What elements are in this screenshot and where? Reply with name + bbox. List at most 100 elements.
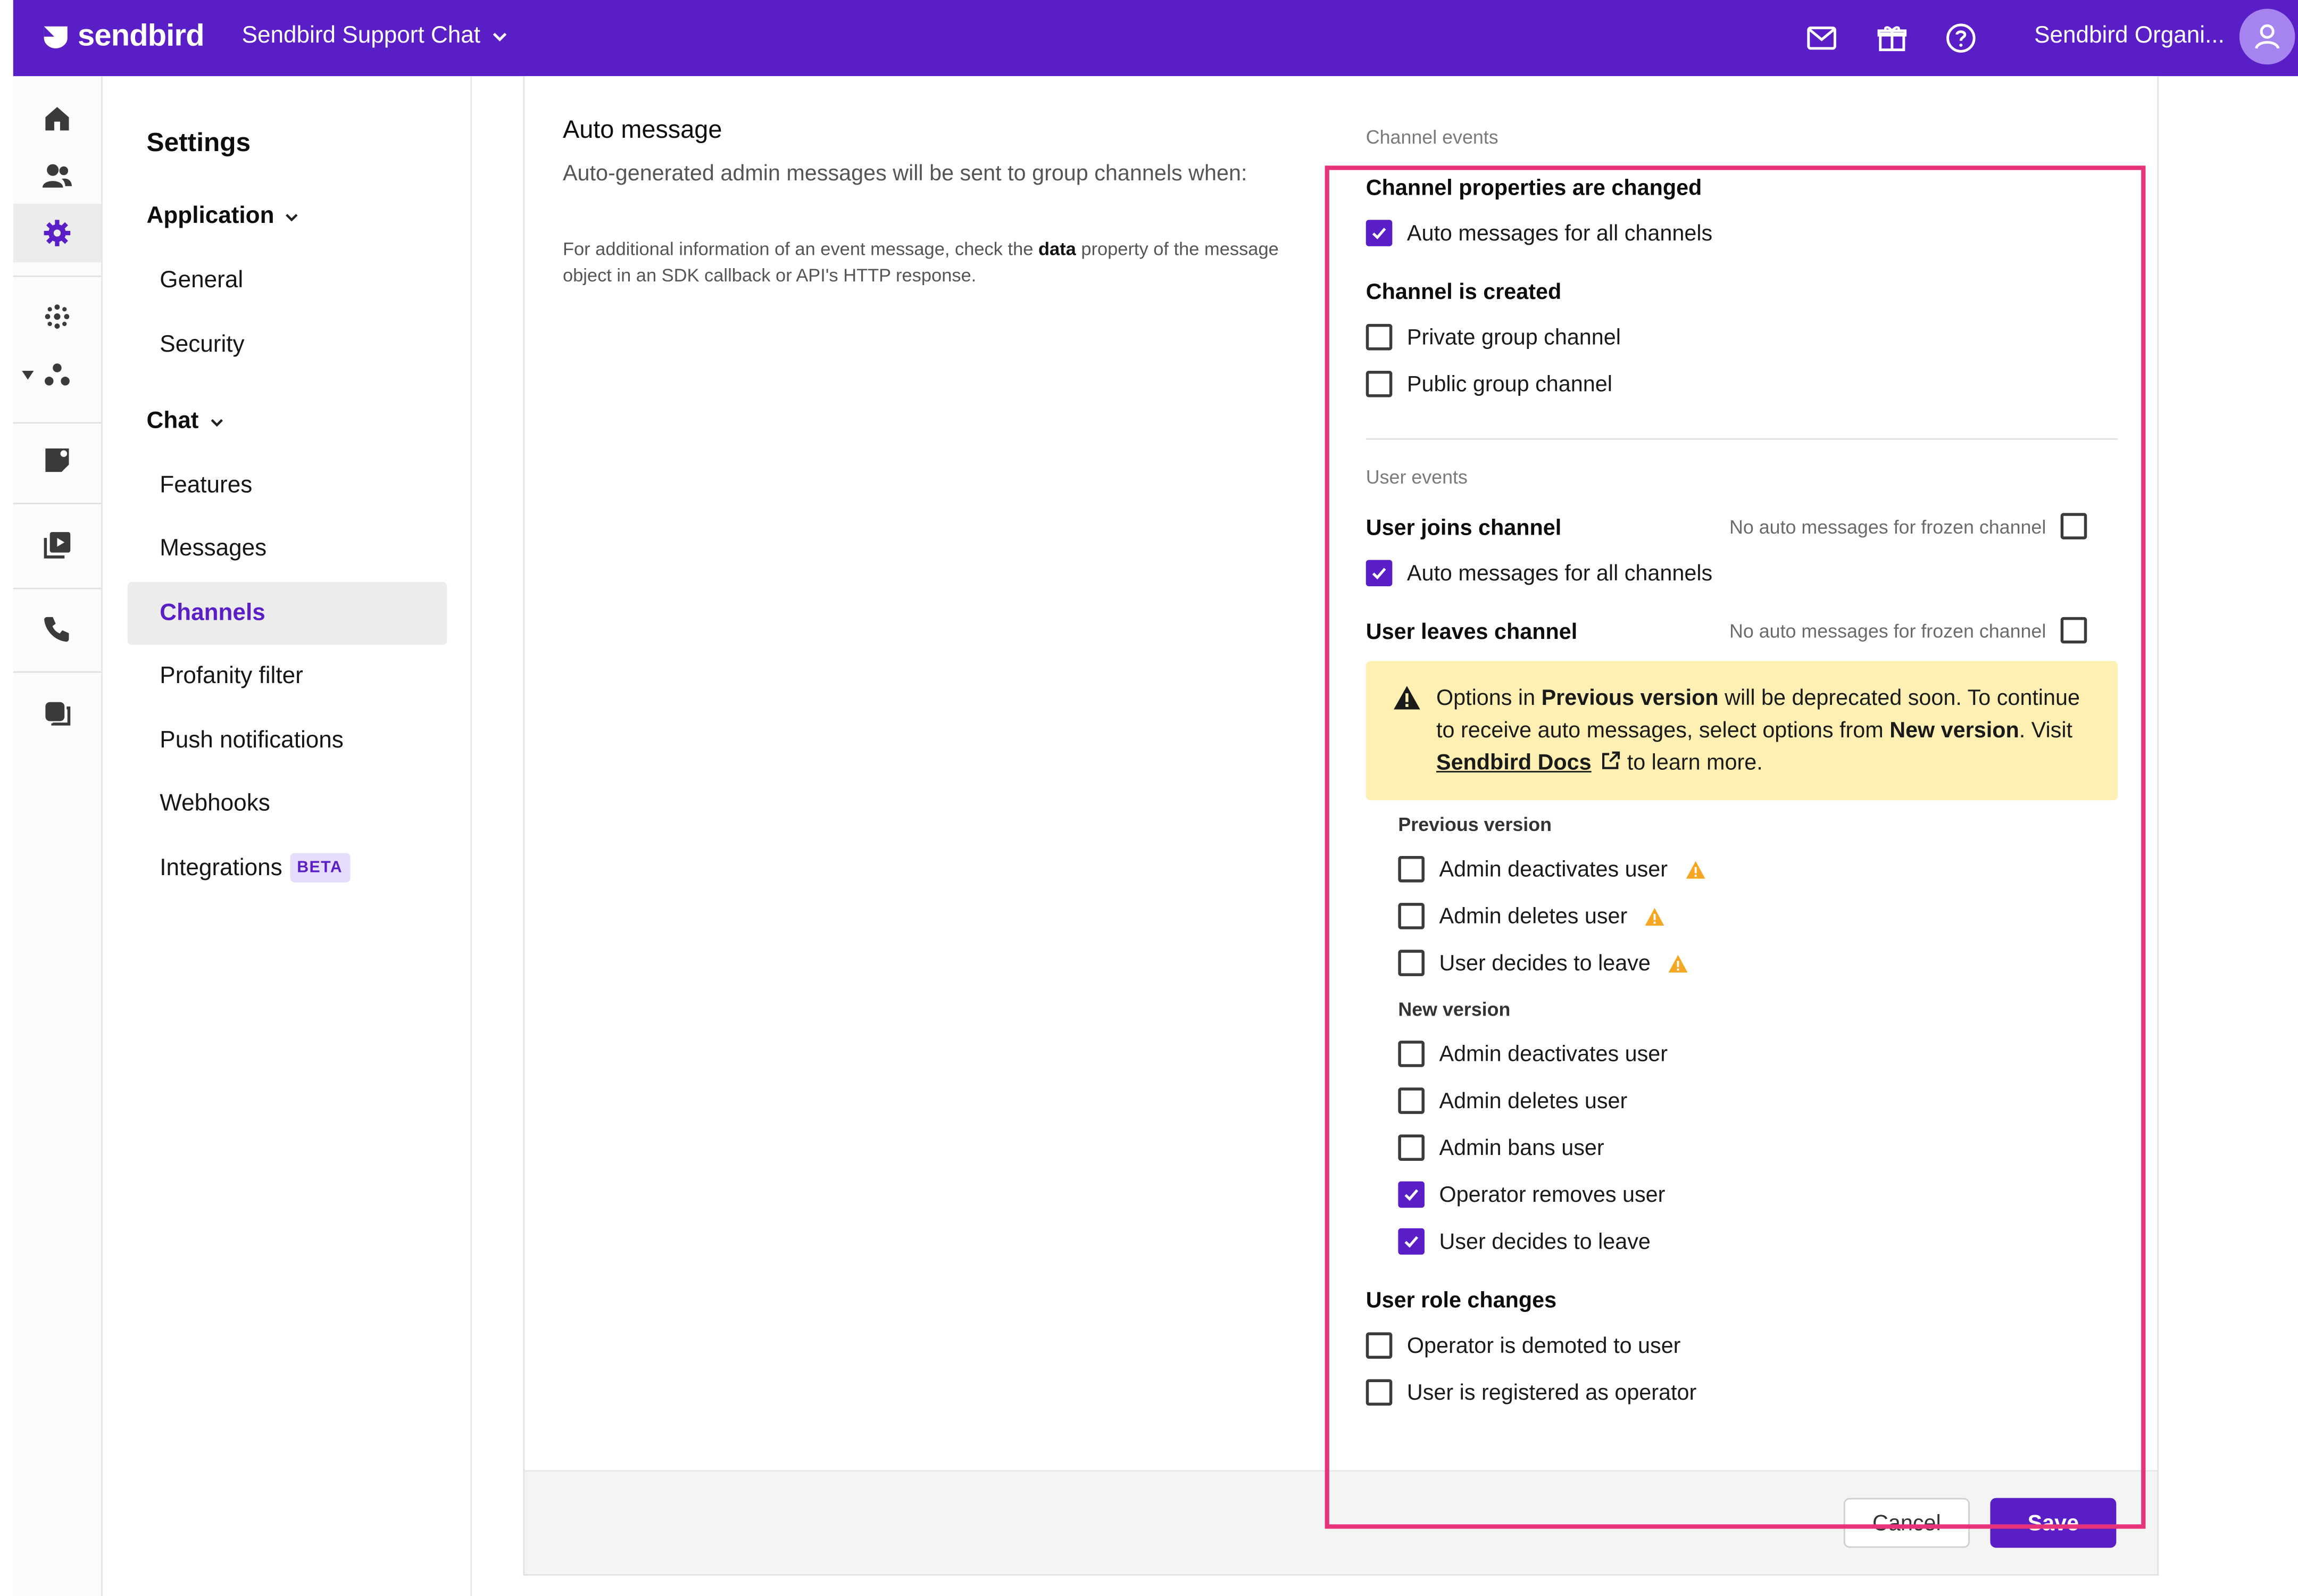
- save-button[interactable]: Save: [1990, 1498, 2117, 1548]
- notes-icon[interactable]: [39, 443, 74, 478]
- checkbox-label: Public group channel: [1406, 371, 1612, 397]
- avatar[interactable]: [2239, 9, 2295, 65]
- dots-grid-icon[interactable]: [39, 299, 74, 334]
- checkbox-new-admin-bans[interactable]: Admin bans user: [1398, 1134, 1604, 1161]
- checkbox[interactable]: [1398, 1041, 1425, 1067]
- rail-divider: [13, 422, 102, 424]
- checkbox[interactable]: [1398, 1087, 1425, 1114]
- settings-card: [523, 76, 2159, 1576]
- checkbox[interactable]: [1366, 220, 1393, 246]
- checkbox-label: Operator is demoted to user: [1406, 1333, 1681, 1358]
- frozen-label: No auto messages for frozen channel: [1729, 515, 2046, 537]
- nav-item-features[interactable]: Features: [128, 454, 447, 517]
- checkbox[interactable]: [2060, 513, 2087, 539]
- previous-version-label: Previous version: [1398, 813, 1552, 836]
- checkbox[interactable]: [1366, 560, 1393, 587]
- checkbox-new-operator-removes[interactable]: Operator removes user: [1398, 1181, 1665, 1208]
- nav-item-general[interactable]: General: [128, 249, 447, 312]
- nav-item-integrations[interactable]: Integrations BETA: [128, 837, 447, 900]
- checkbox-user-registered-operator[interactable]: User is registered as operator: [1366, 1379, 1697, 1406]
- checkbox-label: User decides to leave: [1439, 950, 1651, 976]
- cancel-button[interactable]: Cancel: [1843, 1498, 1970, 1548]
- frozen-label: No auto messages for frozen channel: [1729, 619, 2046, 642]
- nav-item-webhooks[interactable]: Webhooks: [128, 772, 447, 835]
- checkbox-prev-user-decides[interactable]: User decides to leave: [1398, 950, 1688, 976]
- nav-item-profanity-filter[interactable]: Profanity filter: [128, 645, 447, 708]
- organization-name[interactable]: Sendbird Organi...: [2034, 23, 2225, 50]
- checkbox-prev-admin-deactivates[interactable]: Admin deactivates user: [1398, 855, 1705, 883]
- users-icon[interactable]: [39, 159, 74, 194]
- home-icon[interactable]: [39, 101, 74, 136]
- external-link-icon[interactable]: [1601, 751, 1621, 771]
- chat-bubbles-icon[interactable]: [39, 696, 74, 732]
- checkbox-label: User is registered as operator: [1406, 1379, 1697, 1405]
- warning-icon: [1394, 686, 1420, 710]
- checkbox[interactable]: [1398, 1134, 1425, 1161]
- nav-item-messages[interactable]: Messages: [128, 518, 447, 580]
- caret-down-icon[interactable]: [22, 369, 34, 381]
- checkbox-new-admin-deletes[interactable]: Admin deletes user: [1398, 1087, 1627, 1114]
- check-icon: [1372, 228, 1386, 239]
- checkbox[interactable]: [1366, 1379, 1393, 1406]
- checkbox[interactable]: [1398, 855, 1425, 883]
- checkbox-label: Admin deletes user: [1439, 1088, 1628, 1113]
- phone-icon[interactable]: [39, 611, 74, 646]
- checkbox-operator-demoted[interactable]: Operator is demoted to user: [1366, 1332, 1681, 1359]
- sendbird-docs-link[interactable]: Sendbird Docs: [1436, 751, 1592, 776]
- checkbox-new-admin-deactivates[interactable]: Admin deactivates user: [1398, 1041, 1668, 1067]
- check-icon: [1372, 568, 1386, 580]
- checkbox[interactable]: [1398, 1181, 1425, 1208]
- checkbox[interactable]: [2060, 617, 2087, 644]
- checkbox[interactable]: [1366, 323, 1393, 351]
- cluster-icon[interactable]: [39, 358, 74, 393]
- help-icon[interactable]: [1943, 21, 1978, 56]
- checkbox-public-group-channel[interactable]: Public group channel: [1366, 371, 1612, 397]
- alert-message: Options in Previous version will be depr…: [1436, 686, 2080, 776]
- warning-icon: [1686, 860, 1705, 878]
- mail-icon[interactable]: [1804, 21, 1839, 56]
- checkbox-new-user-decides[interactable]: User decides to leave: [1398, 1228, 1651, 1255]
- nav-item-channels[interactable]: Channels: [127, 581, 447, 645]
- logo-text: sendbird: [78, 19, 205, 53]
- checkbox[interactable]: [1398, 903, 1425, 929]
- frozen-toggle-joins[interactable]: No auto messages for frozen channel: [1729, 513, 2087, 539]
- settings-nav: Settings Application General Security Ch…: [102, 76, 472, 1596]
- nav-item-security[interactable]: Security: [128, 314, 447, 377]
- nav-group-label: Chat: [146, 409, 199, 434]
- sendbird-logo[interactable]: sendbird: [39, 19, 205, 54]
- section-divider: [1366, 438, 2118, 440]
- user-leaves-heading: User leaves channel: [1366, 620, 1578, 645]
- checkbox-label: User decides to leave: [1439, 1229, 1651, 1254]
- section-description: Auto-generated admin messages will be se…: [562, 161, 1247, 186]
- checkbox-prev-admin-deletes[interactable]: Admin deletes user: [1398, 903, 1666, 929]
- checkbox[interactable]: [1366, 371, 1393, 397]
- checkbox-label: Admin deactivates user: [1439, 857, 1668, 882]
- nav-item-push-notifications[interactable]: Push notifications: [128, 709, 447, 772]
- nav-group-application[interactable]: Application: [147, 204, 301, 230]
- user-role-changes-heading: User role changes: [1366, 1288, 1557, 1314]
- media-library-icon[interactable]: [39, 528, 74, 563]
- chevron-down-icon: [210, 419, 222, 427]
- checkbox[interactable]: [1398, 1228, 1425, 1255]
- gear-icon[interactable]: [39, 215, 74, 251]
- checkbox-label: Admin deactivates user: [1439, 1041, 1668, 1067]
- gift-icon[interactable]: [1875, 21, 1910, 56]
- user-joins-heading: User joins channel: [1366, 516, 1562, 541]
- app-name: Sendbird Support Chat: [242, 23, 481, 48]
- nav-group-label: Application: [146, 203, 274, 229]
- frozen-toggle-leaves[interactable]: No auto messages for frozen channel: [1729, 617, 2087, 644]
- beta-badge: BETA: [289, 853, 350, 883]
- user-events-label: User events: [1366, 466, 1468, 488]
- checkbox[interactable]: [1366, 1332, 1393, 1359]
- section-note: For additional information of an event m…: [562, 239, 1279, 286]
- nav-item-label: Integrations: [160, 855, 282, 881]
- warning-icon: [1645, 907, 1665, 925]
- nav-group-chat[interactable]: Chat: [147, 409, 226, 436]
- app-switcher[interactable]: Sendbird Support Chat: [242, 23, 510, 50]
- chevron-down-icon: [286, 214, 298, 222]
- checkbox-private-group-channel[interactable]: Private group channel: [1366, 323, 1621, 351]
- checkbox-joins-all-channels[interactable]: Auto messages for all channels: [1366, 560, 1712, 587]
- checkbox-properties-all-channels[interactable]: Auto messages for all channels: [1366, 220, 1712, 246]
- app-window: sendbird Sendbird Support Chat Sendbird …: [0, 0, 2298, 1596]
- checkbox[interactable]: [1398, 950, 1425, 976]
